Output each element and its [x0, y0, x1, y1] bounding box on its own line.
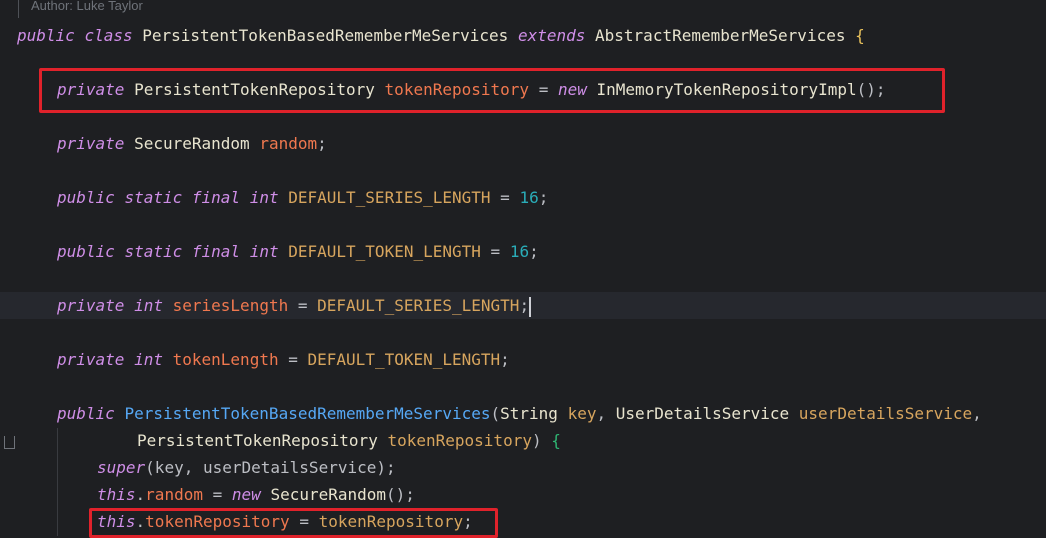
indent-guide — [57, 428, 58, 536]
code-line-5[interactable]: public static final int DEFAULT_TOKEN_LE… — [57, 238, 539, 265]
code-line-1[interactable]: public class PersistentTokenBasedRemembe… — [17, 22, 865, 49]
author-bar — [18, 0, 19, 18]
code-line-8[interactable]: public PersistentTokenBasedRememberMeSer… — [57, 400, 982, 427]
highlight-box-assignment — [89, 508, 498, 538]
text-caret — [529, 296, 532, 317]
code-line-3[interactable]: private SecureRandom random; — [57, 130, 327, 157]
gutter-fold-icon[interactable] — [4, 436, 15, 449]
code-line-11[interactable]: this.random = new SecureRandom(); — [97, 481, 415, 508]
code-line-7[interactable]: private int tokenLength = DEFAULT_TOKEN_… — [57, 346, 510, 373]
code-line-6[interactable]: private int seriesLength = DEFAULT_SERIE… — [57, 292, 532, 319]
author-annotation: Author: Luke Taylor — [31, 0, 143, 13]
code-line-10[interactable]: super(key, userDetailsService); — [97, 454, 396, 481]
code-line-9[interactable]: PersistentTokenRepository tokenRepositor… — [137, 427, 561, 454]
code-line-4[interactable]: public static final int DEFAULT_SERIES_L… — [57, 184, 548, 211]
highlight-box-field — [39, 68, 945, 113]
